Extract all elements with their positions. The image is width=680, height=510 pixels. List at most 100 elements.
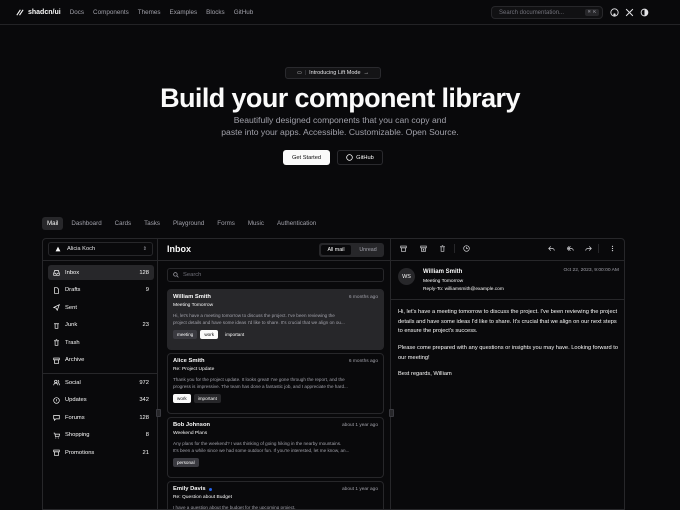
nav-link-docs[interactable]: Docs bbox=[70, 9, 84, 16]
account-name: Alicia Koch bbox=[67, 246, 96, 252]
x-twitter-icon[interactable] bbox=[625, 8, 634, 17]
tab-cards[interactable]: Cards bbox=[110, 217, 137, 230]
sidebar-item-count: 23 bbox=[142, 322, 149, 328]
sidebar-item-junk[interactable]: Junk 23 bbox=[48, 318, 154, 333]
archive-icon bbox=[53, 449, 60, 456]
nav-link-themes[interactable]: Themes bbox=[138, 9, 161, 16]
search-shortcut: ⌘ K bbox=[584, 9, 599, 16]
sidebar-item-archive[interactable]: Archive bbox=[48, 353, 154, 368]
top-navbar: shadcn/ui Docs Components Themes Example… bbox=[0, 0, 680, 25]
sidebar-item-label: Sent bbox=[65, 304, 77, 311]
mail-filter-tabs: All mail Unread bbox=[319, 243, 384, 257]
tab-mail[interactable]: Mail bbox=[42, 217, 64, 230]
get-started-button[interactable]: Get Started bbox=[283, 150, 330, 165]
sidebar-item-label: Drafts bbox=[65, 287, 81, 293]
sidebar-item-drafts[interactable]: Drafts 9 bbox=[48, 283, 154, 298]
badge-text: Introducing Lift Mode bbox=[309, 70, 361, 76]
sidebar-item-shopping[interactable]: Shopping 8 bbox=[48, 428, 154, 443]
reply-all-icon[interactable] bbox=[567, 245, 574, 252]
mail-sender: Alice Smith bbox=[173, 358, 205, 364]
sidebar-item-label: Social bbox=[65, 379, 81, 386]
tab-playground[interactable]: Playground bbox=[168, 217, 209, 230]
mail-preview-line: I have a question about the budget for t… bbox=[173, 505, 296, 510]
divider bbox=[43, 373, 158, 374]
cart-icon bbox=[53, 432, 60, 438]
mail-sender: Emily Davis bbox=[173, 486, 206, 492]
tag-badge: personal bbox=[173, 458, 199, 468]
reply-icon[interactable] bbox=[548, 245, 555, 252]
nav-link-components[interactable]: Components bbox=[93, 9, 129, 16]
clock-icon[interactable] bbox=[463, 245, 470, 252]
triangle-logo-icon bbox=[55, 246, 61, 252]
sidebar-item-label: Promotions bbox=[65, 449, 95, 456]
mail-list-item[interactable]: Emily Davis about 1 year ago Re: Question … bbox=[167, 481, 384, 510]
mail-search-input[interactable]: Search bbox=[167, 268, 384, 282]
mail-list-item[interactable]: William Smith 6 months ago Meeting Tomorro… bbox=[167, 289, 384, 350]
badge-divider: | bbox=[304, 70, 307, 76]
users-icon bbox=[53, 379, 60, 386]
archive-icon bbox=[53, 357, 60, 364]
mail-subject: Re: Question about Budget bbox=[173, 495, 233, 500]
sidebar-item-inbox[interactable]: Inbox 128 bbox=[48, 265, 154, 280]
nav-link-examples[interactable]: Examples bbox=[170, 9, 198, 16]
mail-preview: Hi, let's have a meeting tomorrow to dis… bbox=[173, 313, 378, 326]
search-docs-input[interactable]: Search documentation... ⌘ K bbox=[491, 6, 603, 19]
avatar: WS bbox=[398, 268, 415, 285]
hero-subtitle-line-2: paste into your apps. Accessible. Custom… bbox=[221, 127, 459, 137]
nav-link-blocks[interactable]: Blocks bbox=[206, 9, 225, 16]
sidebar-item-promotions[interactable]: Promotions 21 bbox=[48, 445, 154, 460]
theme-toggle-icon[interactable] bbox=[640, 8, 649, 17]
tab-dashboard[interactable]: Dashboard bbox=[66, 217, 106, 230]
forward-icon[interactable] bbox=[585, 245, 592, 252]
tab-tasks[interactable]: Tasks bbox=[139, 217, 165, 230]
search-icon bbox=[173, 272, 179, 278]
sidebar-item-count: 21 bbox=[142, 449, 149, 456]
mail-list-item[interactable]: Alice Smith 6 months ago Re: Project Updat… bbox=[167, 353, 384, 414]
mail-search-placeholder: Search bbox=[183, 272, 202, 278]
github-icon[interactable] bbox=[610, 8, 619, 17]
tag-badge: meeting bbox=[173, 330, 198, 340]
tab-all-mail[interactable]: All mail bbox=[321, 245, 351, 255]
sidebar-item-updates[interactable]: Updates 342 bbox=[48, 393, 154, 408]
sidebar-item-label: Trash bbox=[65, 339, 80, 346]
archive-x-icon[interactable] bbox=[420, 245, 427, 252]
mail-example: Alicia Koch ⇕ Inbox 128 Drafts 9 Sent Junk 23 T… bbox=[42, 238, 625, 510]
sidebar-item-count: 342 bbox=[139, 397, 149, 403]
junk-icon bbox=[54, 322, 59, 329]
tab-unread[interactable]: Unread bbox=[353, 245, 383, 255]
file-icon bbox=[54, 286, 59, 294]
account-switcher[interactable]: Alicia Koch ⇕ bbox=[48, 242, 153, 256]
tab-authentication[interactable]: Authentication bbox=[272, 217, 321, 230]
sender-name: William Smith bbox=[423, 269, 463, 275]
inbox-icon bbox=[53, 270, 60, 276]
sidebar-item-label: Shopping bbox=[65, 432, 90, 438]
trash-icon[interactable] bbox=[439, 245, 446, 252]
github-icon bbox=[346, 154, 353, 161]
sidebar-item-label: Archive bbox=[65, 357, 85, 363]
sidebar-item-count: 128 bbox=[139, 414, 149, 421]
tab-music[interactable]: Music bbox=[243, 217, 269, 230]
more-vertical-icon[interactable] bbox=[609, 245, 616, 252]
sidebar-item-trash[interactable]: Trash bbox=[48, 335, 154, 350]
mail-list-item[interactable]: Bob Johnson about 1 year ago Weekend Plans… bbox=[167, 417, 384, 478]
tab-forms[interactable]: Forms bbox=[212, 217, 240, 230]
sidebar-item-forums[interactable]: Forums 128 bbox=[48, 410, 154, 425]
sidebar-item-label: Forums bbox=[65, 414, 85, 421]
hero-title-wrap: Build your component library bbox=[0, 83, 680, 114]
hero-title: Build your component library bbox=[160, 83, 520, 113]
sidebar-item-label: Inbox bbox=[65, 269, 80, 276]
announcement-badge[interactable]: ▭ | Introducing Lift Mode → bbox=[285, 67, 381, 79]
sidebar-item-social[interactable]: Social 972 bbox=[48, 375, 154, 390]
nav-link-github[interactable]: GitHub bbox=[234, 9, 254, 16]
mail-date: about 1 year ago bbox=[341, 423, 378, 428]
mail-sidebar: Alicia Koch ⇕ Inbox 128 Drafts 9 Sent Junk 23 T… bbox=[43, 239, 158, 509]
mail-date: Oct 22, 2023, 9:00:00 AM bbox=[563, 268, 619, 273]
sidebar-item-sent[interactable]: Sent bbox=[48, 300, 154, 315]
mail-preview-line: Hi, let's have a meeting tomorrow to dis… bbox=[173, 313, 335, 318]
brand-logo[interactable]: shadcn/ui bbox=[15, 8, 61, 17]
archive-icon[interactable] bbox=[400, 245, 407, 252]
toolbar-divider bbox=[454, 244, 455, 253]
toolbar-divider bbox=[598, 244, 599, 253]
github-button[interactable]: GitHub bbox=[337, 150, 383, 165]
mail-preview-line: Any plans for the weekend? I was thinkin… bbox=[173, 441, 342, 446]
